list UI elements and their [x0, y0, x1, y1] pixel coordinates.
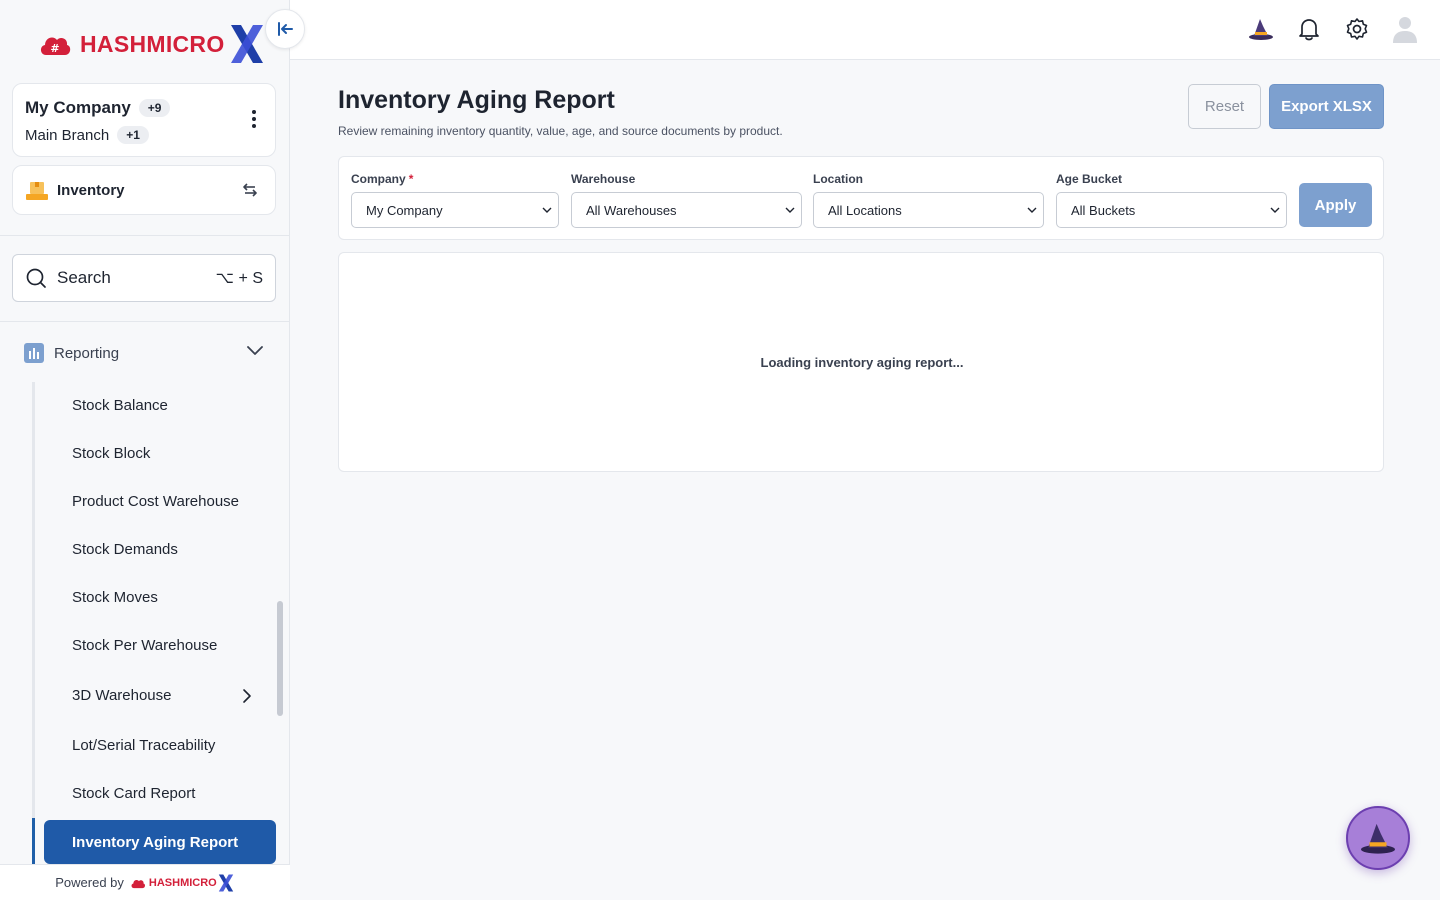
wizard-hat-icon — [1249, 19, 1273, 40]
powered-by-footer: Powered by HASHMICRO — [0, 864, 290, 900]
apply-filters-button[interactable]: Apply — [1299, 183, 1372, 227]
location-filter-label: Location — [813, 172, 863, 186]
collapse-sidebar-button[interactable] — [265, 9, 305, 49]
inventory-box-icon — [26, 182, 48, 200]
age-bucket-filter-label: Age Bucket — [1056, 172, 1123, 186]
nav-tree-line — [32, 382, 35, 862]
report-panel: Loading inventory aging report... — [338, 252, 1384, 472]
sidebar: # HASHMICRO My Company +9 Main Branch +1 — [0, 0, 305, 900]
chevron-down-icon — [247, 346, 263, 355]
top-actions — [1246, 14, 1420, 44]
nav-item-label: 3D Warehouse — [72, 687, 172, 704]
user-avatar[interactable] — [1390, 14, 1420, 44]
hashmicro-logo[interactable]: # HASHMICRO — [38, 22, 267, 66]
powered-by-text: Powered by — [55, 875, 124, 890]
sidebar-divider — [0, 235, 290, 236]
company-menu-icon[interactable] — [251, 110, 257, 132]
company-switcher[interactable]: My Company +9 Main Branch +1 — [12, 83, 276, 157]
powered-by-brand: HASHMICRO — [148, 876, 217, 889]
branch-name: Main Branch — [25, 126, 110, 144]
nav-item-stock-balance[interactable]: Stock Balance — [72, 395, 272, 417]
gear-icon — [1346, 18, 1368, 40]
page-title: Inventory Aging Report — [338, 86, 615, 114]
nav-item-stock-card-report[interactable]: Stock Card Report — [72, 783, 272, 805]
branch-count-badge: +1 — [117, 126, 149, 144]
collapse-left-icon — [278, 22, 293, 36]
sidebar-scrollbar[interactable] — [277, 601, 283, 716]
chevron-down-icon — [542, 207, 552, 213]
company-select-value: My Company — [366, 202, 443, 218]
search-shortcut: ⌥ + S — [215, 270, 263, 287]
nav-item-lot-serial-traceability[interactable]: Lot/Serial Traceability — [72, 735, 272, 757]
age-bucket-select[interactable]: All Buckets — [1056, 192, 1287, 228]
settings-button[interactable] — [1342, 14, 1372, 44]
bell-icon — [1299, 19, 1319, 41]
warehouse-select-value: All Warehouses — [586, 202, 677, 218]
required-asterisk: * — [408, 172, 414, 186]
brand-x-mark — [218, 873, 233, 892]
reset-button[interactable]: Reset — [1188, 84, 1261, 129]
brand-x-mark — [230, 25, 263, 63]
age-bucket-select-value: All Buckets — [1071, 202, 1136, 218]
company-select[interactable]: My Company — [351, 192, 559, 228]
search-placeholder: Search — [57, 268, 111, 287]
chevron-down-icon — [1027, 207, 1037, 213]
nav-active-indicator — [32, 818, 35, 864]
sidebar-search-input[interactable]: Search ⌥ + S — [12, 254, 276, 302]
notifications-button[interactable] — [1294, 14, 1324, 44]
chevron-down-icon — [785, 207, 795, 213]
warehouse-select[interactable]: All Warehouses — [571, 192, 802, 228]
warehouse-filter-label: Warehouse — [571, 172, 636, 186]
nav-item-product-cost-warehouse[interactable]: Product Cost Warehouse — [72, 491, 272, 513]
nav-item-stock-moves[interactable]: Stock Moves — [72, 587, 272, 609]
assistant-hat-button[interactable] — [1246, 14, 1276, 44]
nav-item-3d-warehouse[interactable]: 3D Warehouse — [72, 685, 272, 707]
page-subtitle: Review remaining inventory quantity, val… — [338, 124, 783, 138]
sidebar-divider — [0, 321, 290, 322]
nav-item-inventory-aging-report[interactable]: Inventory Aging Report — [44, 820, 276, 864]
svg-text:#: # — [50, 42, 59, 55]
chevron-down-icon — [1270, 207, 1280, 213]
nav-section-reporting[interactable]: Reporting — [24, 340, 270, 366]
assistant-fab-button[interactable] — [1346, 806, 1410, 870]
bar-chart-icon — [24, 343, 44, 363]
nav-item-stock-block[interactable]: Stock Block — [72, 443, 272, 465]
nav-item-stock-demands[interactable]: Stock Demands — [72, 539, 272, 561]
top-bar — [290, 0, 1440, 60]
export-xlsx-button[interactable]: Export XLSX — [1269, 84, 1384, 129]
brand-name: HASHMICRO — [80, 30, 225, 57]
loading-message: Loading inventory aging report... — [760, 355, 964, 370]
module-switcher[interactable]: Inventory — [12, 165, 276, 215]
cloud-hash-icon: # — [40, 37, 71, 55]
nav-item-stock-per-warehouse[interactable]: Stock Per Warehouse — [72, 635, 272, 657]
cloud-hash-icon — [131, 879, 145, 888]
search-icon — [26, 268, 46, 288]
company-name: My Company — [25, 98, 131, 117]
wizard-hat-icon — [1361, 823, 1395, 854]
chevron-right-icon — [243, 689, 251, 703]
module-label: Inventory — [57, 181, 125, 199]
company-filter-label: Company * — [351, 172, 413, 186]
company-count-badge: +9 — [138, 99, 171, 117]
location-select[interactable]: All Locations — [813, 192, 1044, 228]
user-icon — [1393, 17, 1417, 43]
company-label-text: Company — [351, 172, 406, 186]
nav-section-label: Reporting — [54, 344, 120, 362]
swap-arrows-icon[interactable] — [241, 181, 259, 199]
filter-bar: Company * My Company Warehouse All Wareho… — [338, 156, 1384, 240]
location-select-value: All Locations — [828, 202, 902, 218]
